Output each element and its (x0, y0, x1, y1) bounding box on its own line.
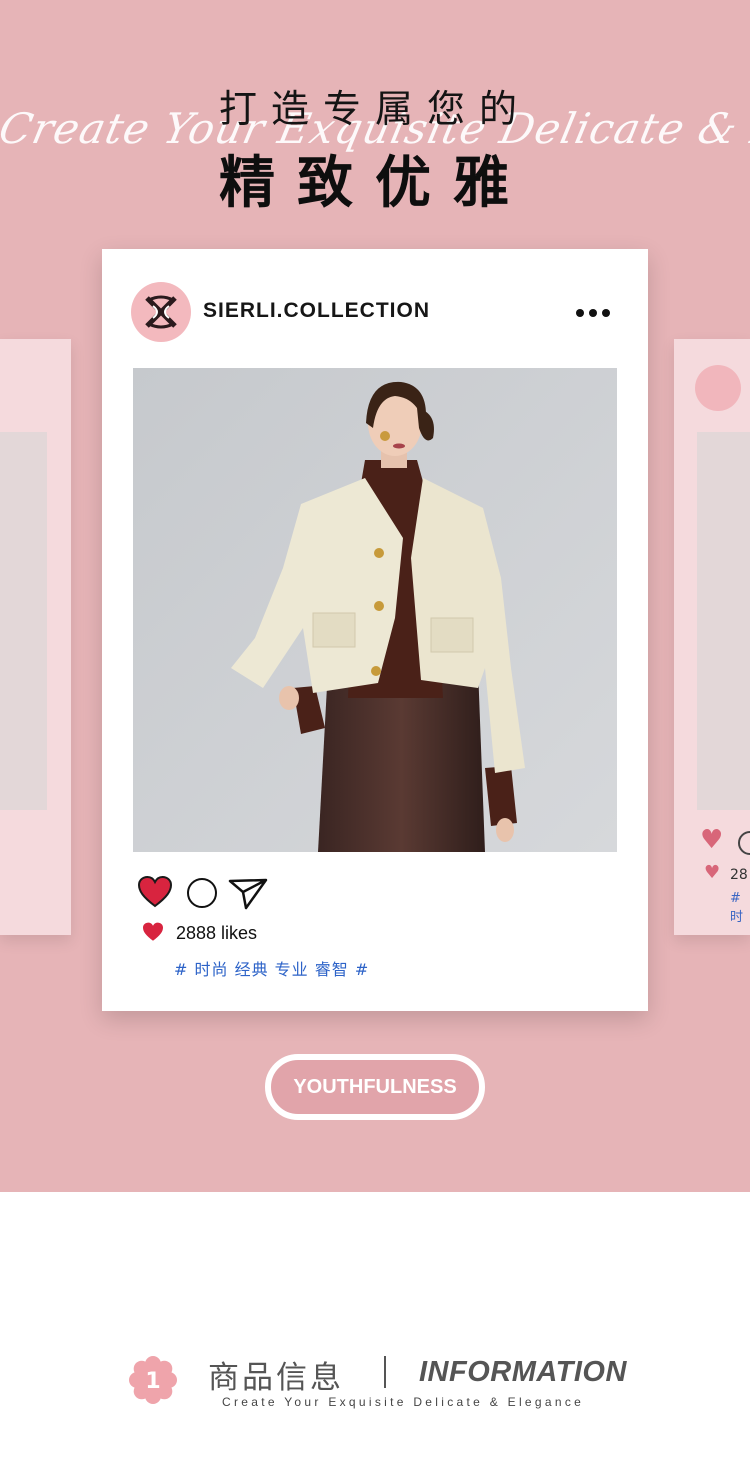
heart-icon[interactable] (138, 876, 172, 908)
hero-section: Create Your Exquisite Delicate & Eleganc… (0, 0, 750, 1192)
hero-title-line2: 精致优雅 (219, 151, 531, 216)
side-avatar (695, 365, 741, 411)
comment-icon[interactable] (187, 878, 217, 908)
post-tags[interactable]: # 时尚 经典 专业 睿智 # (174, 956, 369, 980)
side-tags-text: # 时 (730, 891, 744, 925)
section-title-cn: 商品信息 (208, 1360, 344, 1396)
heart-icon[interactable]: ♥ (700, 827, 723, 853)
send-icon[interactable] (228, 877, 268, 911)
likes-count: 2888 likes (176, 923, 258, 943)
side-post-card-right[interactable]: ♥ ♥ 28 # 时 (674, 339, 750, 935)
section-number-flower-icon: 1 (129, 1356, 177, 1404)
youthfulness-badge[interactable]: YOUTHFULNESS (265, 1054, 485, 1120)
section-number: 1 (145, 1369, 160, 1394)
section-divider (384, 1356, 386, 1388)
side-post-card-left[interactable] (0, 339, 71, 935)
model-photo (133, 368, 617, 852)
post-card: SIERLI.COLLECTION 2888 likes # 时尚 经典 专业 … (102, 249, 648, 1011)
avatar[interactable] (131, 282, 191, 342)
hero-title-line1: 打造专属您的 (218, 87, 531, 131)
brand-logo-icon (145, 295, 177, 329)
likes-heart-icon: ♥ (704, 862, 721, 883)
likes-heart-icon (143, 922, 163, 941)
side-post-image (697, 432, 750, 810)
post-username[interactable]: SIERLI.COLLECTION (203, 299, 430, 323)
side-post-image (0, 432, 47, 810)
post-photo[interactable] (133, 368, 617, 852)
section-subtitle: Create Your Exquisite Delicate & Eleganc… (222, 1395, 585, 1409)
comment-icon[interactable] (738, 831, 750, 855)
side-likes-text: 28 (730, 867, 748, 883)
section-title-en: INFORMATION (419, 1356, 627, 1388)
more-icon[interactable] (576, 302, 615, 321)
